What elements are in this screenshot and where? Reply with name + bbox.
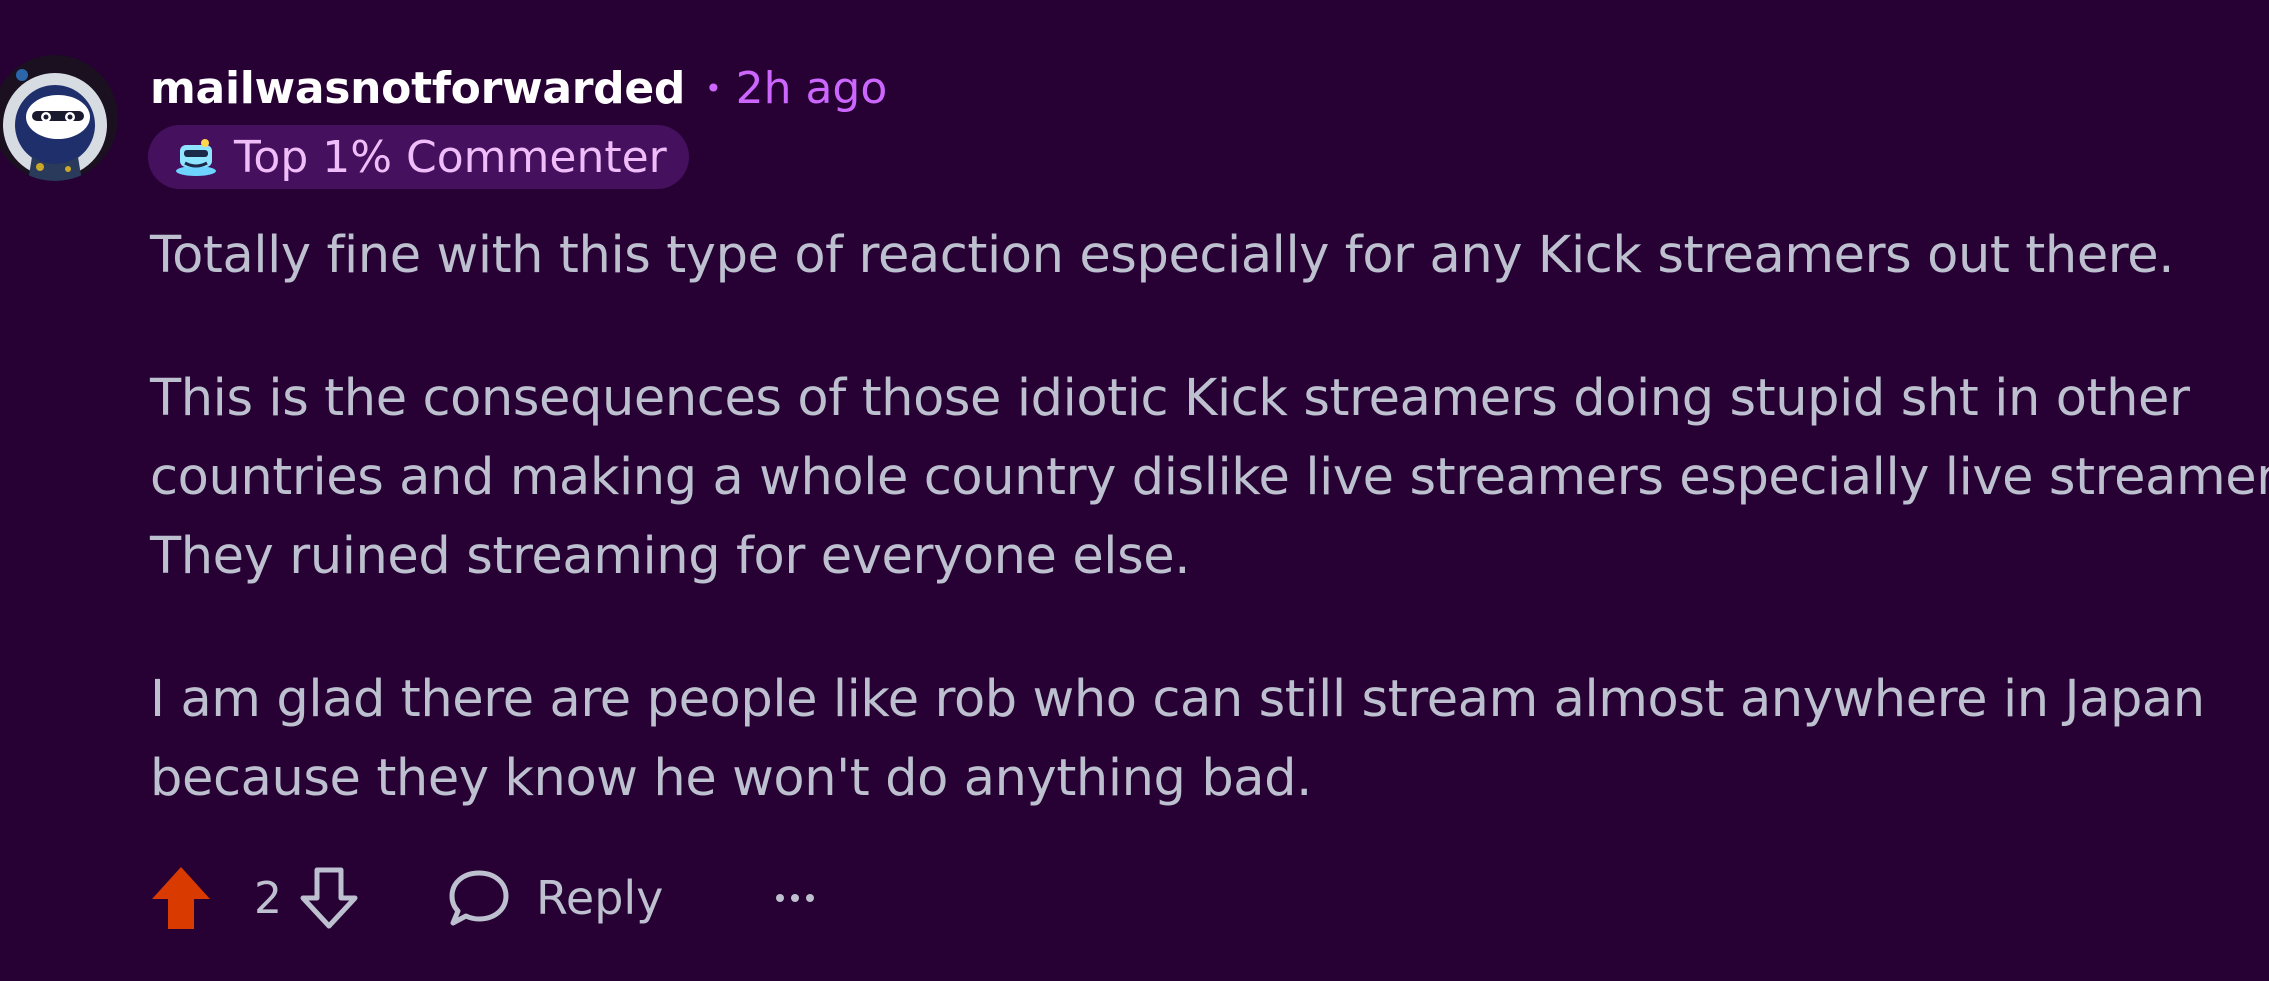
comment-paragraph-1: Totally fine with this type of reaction … (150, 216, 2260, 295)
comment-line: because they know he won't do anything b… (150, 749, 1312, 808)
top-commenter-badge[interactable]: Top 1% Commenter (148, 125, 689, 189)
comment-timestamp[interactable]: 2h ago (736, 63, 888, 114)
badge-label: Top 1% Commenter (234, 131, 667, 183)
ellipsis-icon (776, 894, 815, 902)
speech-bubble-icon (449, 870, 509, 926)
vote-score: 2 (254, 872, 282, 924)
commenter-badge-icon (176, 139, 216, 176)
reply-button[interactable]: Reply (448, 869, 663, 927)
comment-line: Totally fine with this type of reaction … (150, 226, 2175, 285)
comment-paragraph-2: This is the consequences of those idioti… (150, 359, 2269, 596)
reply-label: Reply (536, 871, 664, 925)
comment-actions: 2 Reply (150, 862, 817, 934)
comment-header: mailwasnotforwarded • 2h ago (150, 58, 887, 118)
comment-body: Totally fine with this type of reaction … (150, 216, 2269, 882)
comment-line: countries and making a whole country dis… (150, 448, 2269, 507)
avatar[interactable] (0, 55, 118, 181)
author-username[interactable]: mailwasnotforwarded (150, 63, 685, 114)
downvote-arrow-icon (300, 867, 358, 929)
snoo-avatar-icon (0, 55, 118, 181)
meta-separator: • (705, 71, 722, 105)
upvote-button[interactable] (150, 864, 212, 932)
more-options-button[interactable] (773, 876, 817, 920)
upvote-arrow-icon (152, 867, 210, 929)
comment-line: They ruined streaming for everyone else. (150, 527, 1191, 586)
comment-paragraph-3: I am glad there are people like rob who … (150, 660, 2260, 818)
comment-line: I am glad there are people like rob who … (150, 670, 2205, 729)
comment-line: This is the consequences of those idioti… (150, 369, 2190, 428)
downvote-button[interactable] (298, 864, 360, 932)
